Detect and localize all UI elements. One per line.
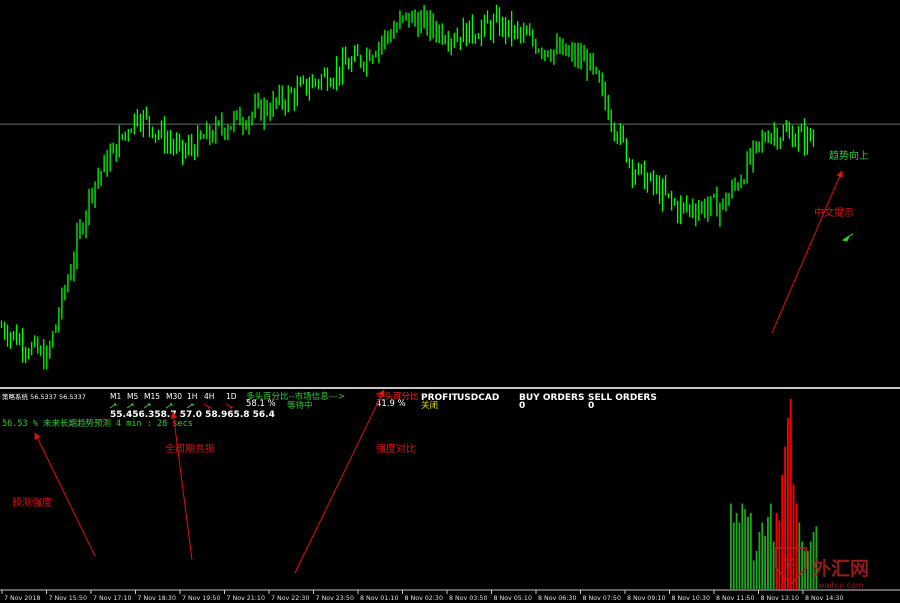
time-label: 7 Nov 21:10: [227, 595, 265, 602]
sell-orders-label: SELL ORDERS: [588, 393, 657, 403]
time-label: 7 Nov 2018: [4, 595, 40, 602]
chinese-hint-label: 中文提示: [814, 206, 854, 219]
waiting-status: 等待中: [287, 400, 313, 411]
histogram-bar: [772, 541, 775, 589]
profit-label: PROFIT: [421, 393, 459, 403]
timeframe-label: 1H: [187, 392, 197, 401]
all-period-resonance-label: 全周期共振: [165, 442, 215, 455]
forecast-line: 56.53 % 未来长期趋势预测 4 min : 28 secs: [2, 418, 193, 429]
panel-separator[interactable]: [0, 387, 900, 389]
time-label: 8 Nov 01:10: [360, 595, 398, 602]
chart-background: [0, 0, 900, 603]
time-label: 8 Nov 13:10: [761, 595, 799, 602]
forecast-strength-label: 预测强度: [12, 496, 52, 509]
histogram-bar: [792, 484, 795, 589]
histogram-bar: [755, 551, 758, 589]
bull-percent-value: 58.1 %: [246, 399, 276, 409]
histogram-bar: [758, 532, 761, 589]
time-label: 7 Nov 19:50: [182, 595, 220, 602]
time-label: 8 Nov 11:50: [716, 595, 754, 602]
histogram-bar: [744, 509, 747, 589]
timeframe-label: 1D: [226, 392, 237, 401]
timeframe-label: M15: [144, 392, 160, 401]
buy-orders-label: BUY ORDERS: [519, 393, 584, 403]
time-label: 7 Nov 23:50: [316, 595, 354, 602]
histogram-bar: [761, 522, 764, 589]
histogram-bar: [732, 522, 735, 589]
histogram-bar: [798, 522, 801, 589]
trading-chart-window[interactable]: 策略系统 56.5337 56.5337 M1 M5 M15 M30 1H 4H 1D 55…: [0, 0, 900, 603]
time-label: 8 Nov 14:30: [805, 595, 843, 602]
histogram-bar: [767, 516, 769, 589]
time-label: 8 Nov 10:30: [672, 595, 710, 602]
watermark-mark-icon: ￥: [783, 557, 796, 572]
strength-compare-label: 强度对比: [376, 442, 416, 455]
bear-percent-value: 41.9 %: [376, 399, 406, 409]
histogram-bar: [735, 513, 738, 589]
histogram-bar: [741, 503, 744, 589]
timeframe-label: 4H: [204, 392, 214, 401]
indicator-title: 策略系统 56.5337 56.5337: [2, 392, 86, 401]
time-label: 7 Nov 22:30: [271, 595, 309, 602]
time-label: 8 Nov 03:50: [449, 595, 487, 602]
histogram-bar: [730, 503, 732, 589]
time-label: 8 Nov 02:30: [405, 595, 443, 602]
time-label: 8 Nov 07:50: [583, 595, 621, 602]
symbol-label: USDCAD: [457, 393, 499, 403]
histogram-bar: [778, 520, 781, 589]
time-label: 7 Nov 17:10: [93, 595, 131, 602]
time-label: 7 Nov 15:50: [49, 595, 87, 602]
histogram-bar: [752, 560, 755, 589]
watermark-brand-en: waihui.com: [818, 581, 864, 590]
watermark-brand-cn: 外汇网: [812, 557, 869, 580]
timeframe-label: M5: [127, 392, 138, 401]
buy-orders-value: 0: [519, 401, 525, 411]
time-label: 7 Nov 18:30: [138, 595, 176, 602]
histogram-bar: [764, 535, 766, 589]
time-label: 8 Nov 05:10: [494, 595, 532, 602]
time-label: 8 Nov 09:10: [627, 595, 665, 602]
histogram-bar: [747, 516, 749, 589]
time-label: 8 Nov 06:30: [538, 595, 576, 602]
trend-up-label: 趋势向上: [829, 149, 869, 162]
histogram-bar: [749, 513, 752, 589]
histogram-bar: [806, 551, 809, 589]
histogram-bar: [769, 503, 772, 589]
histogram-bar: [738, 522, 741, 589]
sell-orders-value: 0: [588, 401, 594, 411]
timeframe-label: M30: [166, 392, 182, 401]
timeframe-label: M1: [110, 392, 121, 401]
